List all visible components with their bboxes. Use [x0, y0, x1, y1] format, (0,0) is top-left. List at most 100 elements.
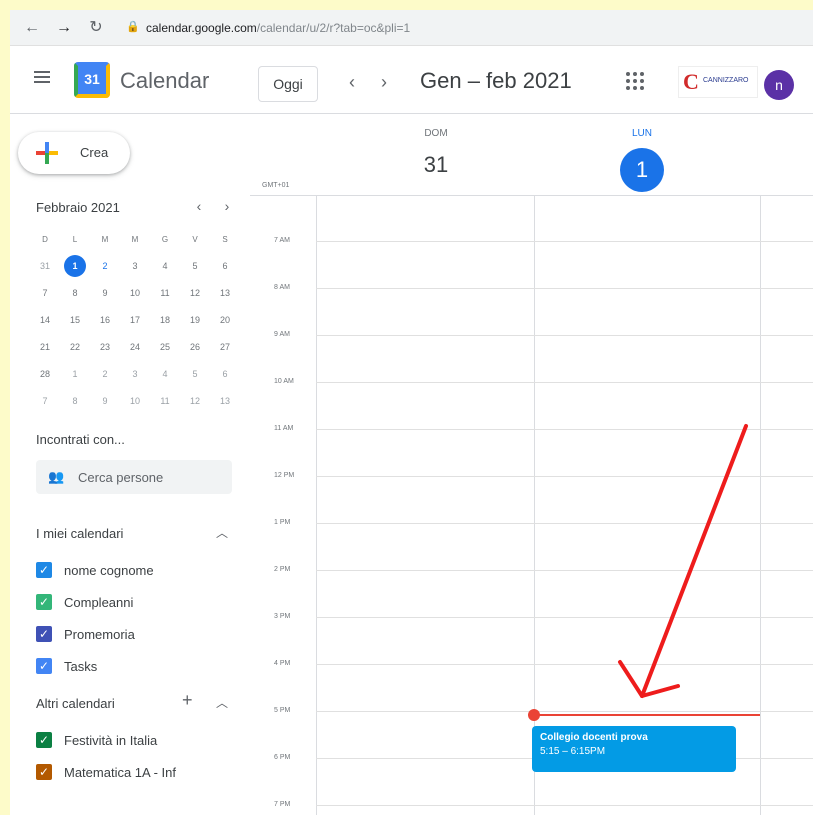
mini-day[interactable]: 27 [210, 334, 240, 361]
hour-label: 10 AM [274, 378, 294, 385]
day-number-today[interactable]: 1 [620, 148, 664, 192]
mini-day[interactable]: 11 [150, 280, 180, 307]
day-header: DOM 31 LUN 1 GMT+01 [250, 114, 813, 196]
reload-icon[interactable]: ↻ [86, 18, 106, 38]
mini-day[interactable]: 31 [30, 253, 60, 280]
mini-day[interactable]: 19 [180, 307, 210, 334]
mini-day[interactable]: 10 [120, 280, 150, 307]
mini-week-row: 28 1 2 3 4 5 6 [30, 361, 240, 388]
mini-day[interactable]: 2 [90, 253, 120, 280]
lock-icon[interactable]: 🔒 [126, 20, 140, 34]
calendar-item-label: Tasks [64, 658, 98, 674]
calendar-item[interactable]: ✓ nome cognome [36, 560, 154, 580]
today-button[interactable]: Oggi [258, 66, 318, 102]
forward-icon[interactable]: → [54, 18, 74, 38]
mini-week-row: 31 1 2 3 4 5 6 [30, 253, 240, 280]
hour-gridline [316, 429, 813, 430]
event-title: Collegio docenti prova [540, 732, 648, 743]
address-bar: ← → ↻ 🔒 calendar.google.com/calendar/u/2… [10, 10, 813, 46]
add-calendar-icon[interactable]: + [182, 690, 193, 711]
people-search-input[interactable]: 👥 Cerca persone [36, 460, 232, 494]
mini-prev-icon[interactable]: ‹ [192, 198, 206, 214]
hour-label: 4 PM [274, 660, 291, 667]
back-icon[interactable]: ← [22, 18, 42, 38]
browser-window: ← → ↻ 🔒 calendar.google.com/calendar/u/2… [10, 10, 813, 815]
mini-day[interactable]: 12 [180, 280, 210, 307]
app-header: 31 Calendar Oggi ‹ › Gen – feb 2021 C CAN… [10, 46, 813, 114]
mini-day[interactable]: 21 [30, 334, 60, 361]
logo-day: 31 [84, 71, 100, 87]
event-block[interactable]: Collegio docenti prova 5:15 – 6:15PM [532, 726, 736, 772]
avatar[interactable]: n [764, 70, 794, 100]
mini-day[interactable]: 16 [90, 307, 120, 334]
mini-weekday-label: G [161, 235, 169, 244]
mini-day[interactable]: 5 [180, 361, 210, 388]
calendar-item[interactable]: ✓ Compleanni [36, 592, 133, 612]
mini-day[interactable]: 17 [120, 307, 150, 334]
calendar-item[interactable]: ✓ Matematica 1A - Inf [36, 762, 176, 782]
checkbox-checked-icon[interactable]: ✓ [36, 626, 52, 642]
mini-day[interactable]: 12 [180, 388, 210, 415]
mini-week-row: 14 15 16 17 18 19 20 [30, 307, 240, 334]
checkbox-checked-icon[interactable]: ✓ [36, 764, 52, 780]
mini-day[interactable]: 6 [210, 361, 240, 388]
checkbox-checked-icon[interactable]: ✓ [36, 732, 52, 748]
mini-day[interactable]: 22 [60, 334, 90, 361]
hour-gridline [316, 335, 813, 336]
mini-day[interactable]: 14 [30, 307, 60, 334]
mini-day[interactable]: 1 [60, 361, 90, 388]
mini-day[interactable]: 23 [90, 334, 120, 361]
mini-next-icon[interactable]: › [220, 198, 234, 214]
calendar-item[interactable]: ✓ Promemoria [36, 624, 135, 644]
hour-gridline [316, 382, 813, 383]
mini-day[interactable]: 9 [90, 388, 120, 415]
chevron-right-icon[interactable]: › [372, 70, 396, 94]
mini-day[interactable]: 5 [180, 253, 210, 280]
mini-day[interactable]: 11 [150, 388, 180, 415]
mini-day[interactable]: 28 [30, 361, 60, 388]
mini-day[interactable]: 4 [150, 253, 180, 280]
mini-day[interactable]: 13 [210, 388, 240, 415]
mini-day[interactable]: 25 [150, 334, 180, 361]
mini-day[interactable]: 9 [90, 280, 120, 307]
mini-day[interactable]: 3 [120, 361, 150, 388]
mini-day[interactable]: 20 [210, 307, 240, 334]
mini-day[interactable]: 8 [60, 280, 90, 307]
hour-label: 6 PM [274, 754, 291, 761]
my-calendars-title[interactable]: I miei calendari [36, 526, 123, 541]
calendar-item[interactable]: ✓ Festività in Italia [36, 730, 157, 750]
chevron-up-icon[interactable]: ︿ [216, 524, 228, 541]
mini-day[interactable]: 6 [210, 253, 240, 280]
mini-day[interactable]: 15 [60, 307, 90, 334]
mini-day[interactable]: 4 [150, 361, 180, 388]
day-number[interactable]: 31 [406, 152, 466, 178]
hamburger-menu-icon[interactable] [32, 68, 52, 88]
url-field[interactable]: calendar.google.com/calendar/u/2/r?tab=o… [146, 21, 410, 35]
chevron-left-icon[interactable]: ‹ [340, 70, 364, 94]
organization-logo[interactable]: C CANNIZZARO [678, 66, 758, 98]
mini-day[interactable]: 8 [60, 388, 90, 415]
hour-label: 9 AM [274, 331, 290, 338]
checkbox-checked-icon[interactable]: ✓ [36, 658, 52, 674]
checkbox-checked-icon[interactable]: ✓ [36, 562, 52, 578]
mini-day[interactable]: 10 [120, 388, 150, 415]
mini-day[interactable]: 26 [180, 334, 210, 361]
mini-day[interactable]: 1 [60, 253, 90, 280]
mini-day[interactable]: 24 [120, 334, 150, 361]
calendar-item-label: Festività in Italia [64, 732, 158, 748]
chevron-up-icon[interactable]: ︿ [216, 694, 228, 711]
mini-day[interactable]: 2 [90, 361, 120, 388]
calendar-item[interactable]: ✓ Tasks [36, 656, 97, 676]
mini-day[interactable]: 13 [210, 280, 240, 307]
mini-day[interactable]: 3 [120, 253, 150, 280]
mini-day[interactable]: 7 [30, 280, 60, 307]
other-calendars-title[interactable]: Altri calendari [36, 696, 115, 711]
calendar-logo-icon[interactable]: 31 [74, 62, 110, 98]
mini-day[interactable]: 7 [30, 388, 60, 415]
checkbox-checked-icon[interactable]: ✓ [36, 594, 52, 610]
hour-label: 2 PM [274, 566, 291, 573]
create-button[interactable]: Crea [18, 132, 130, 174]
mini-day[interactable]: 18 [150, 307, 180, 334]
meet-with-title: Incontrati con... [36, 432, 125, 447]
apps-grid-icon[interactable] [626, 72, 644, 90]
